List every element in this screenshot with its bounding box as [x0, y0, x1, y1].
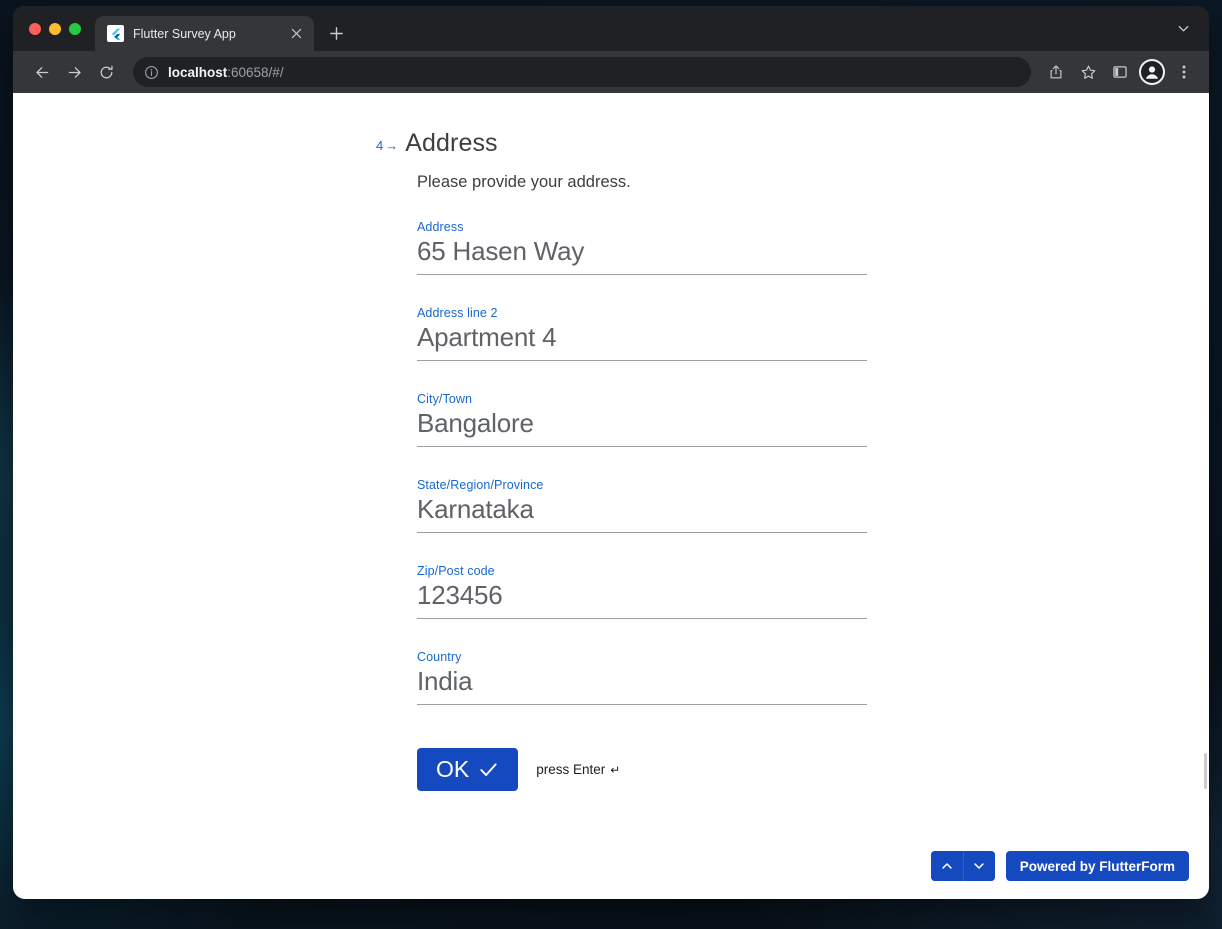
sidebar-panel-icon[interactable] — [1105, 57, 1135, 87]
browser-window: Flutter Survey App localhost:60658/#/ 4 … — [13, 6, 1209, 899]
enter-hint-text: press Enter — [536, 762, 606, 777]
question-navigation — [930, 851, 995, 881]
info-circle-icon[interactable] — [144, 65, 159, 80]
field-label: City/Town — [417, 392, 473, 406]
address-line-2-input[interactable] — [417, 322, 867, 361]
field-zip-post-code: Zip/Post code — [417, 564, 867, 619]
powered-by-button[interactable]: Powered by FlutterForm — [1005, 851, 1189, 881]
survey-form: 4 → Address Please provide your address.… — [13, 93, 1209, 791]
field-country: Country — [417, 650, 867, 705]
field-address-line-2: Address line 2 — [417, 306, 867, 361]
url-host: localhost — [168, 64, 228, 80]
field-list: Address Address line 2 City/Town State/R… — [417, 220, 867, 705]
return-key-icon: ↵ — [610, 762, 621, 777]
city-town-input[interactable] — [417, 408, 867, 447]
address-bar-url: localhost:60658/#/ — [168, 65, 284, 80]
page-title: Address — [405, 129, 498, 157]
account-avatar-icon[interactable] — [1139, 59, 1165, 85]
browser-tab-strip: Flutter Survey App — [13, 6, 1209, 51]
form-actions: OK press Enter ↵ — [417, 748, 826, 791]
browser-tab-title: Flutter Survey App — [133, 26, 236, 41]
browser-tab[interactable]: Flutter Survey App — [95, 16, 314, 51]
url-path: :60658/#/ — [227, 64, 284, 80]
arrow-right-icon[interactable] — [59, 57, 89, 87]
field-address: Address — [417, 220, 867, 275]
window-maximize-button[interactable] — [69, 22, 81, 35]
toolbar-right-controls — [1041, 57, 1199, 87]
page-viewport: 4 → Address Please provide your address.… — [13, 93, 1209, 899]
window-minimize-button[interactable] — [49, 22, 61, 35]
window-close-button[interactable] — [29, 22, 41, 35]
address-input[interactable] — [417, 236, 867, 275]
close-icon[interactable] — [288, 25, 305, 42]
question-description: Please provide your address. — [417, 173, 631, 191]
previous-question-button[interactable] — [930, 851, 963, 881]
page-scrollbar[interactable] — [1204, 753, 1207, 789]
enter-key-hint: press Enter ↵ — [536, 762, 620, 777]
arrow-right-icon: → — [385, 138, 399, 153]
country-input[interactable] — [417, 666, 867, 705]
three-dot-menu-icon[interactable] — [1169, 57, 1199, 87]
star-icon[interactable] — [1073, 57, 1103, 87]
tab-strip-right-controls — [1169, 6, 1209, 51]
state-region-province-input[interactable] — [417, 494, 867, 533]
field-label: Country — [417, 650, 462, 664]
field-state-region-province: State/Region/Province — [417, 478, 867, 533]
arrow-left-icon[interactable] — [27, 57, 57, 87]
plus-icon[interactable] — [322, 19, 350, 47]
question-number: 4 → — [376, 138, 398, 153]
share-icon[interactable] — [1041, 57, 1071, 87]
field-label: Address line 2 — [417, 306, 498, 320]
ok-button[interactable]: OK — [417, 748, 519, 791]
field-city-town: City/Town — [417, 392, 867, 447]
window-traffic-lights — [25, 6, 95, 51]
flutter-logo-icon — [107, 25, 124, 42]
field-label: Zip/Post code — [417, 564, 495, 578]
question-header: 4 → Address — [376, 129, 826, 158]
zip-post-code-input[interactable] — [417, 580, 867, 619]
check-icon — [478, 759, 499, 780]
question-number-value: 4 — [376, 138, 384, 153]
form-bottom-bar: Powered by FlutterForm — [930, 851, 1189, 881]
ok-button-label: OK — [436, 756, 470, 782]
field-label: State/Region/Province — [417, 478, 544, 492]
browser-toolbar: localhost:60658/#/ — [13, 51, 1209, 93]
field-label: Address — [417, 220, 464, 234]
reload-icon[interactable] — [91, 57, 121, 87]
next-question-button[interactable] — [962, 851, 995, 881]
chevron-down-icon[interactable] — [1169, 15, 1197, 43]
address-bar[interactable]: localhost:60658/#/ — [133, 57, 1031, 87]
